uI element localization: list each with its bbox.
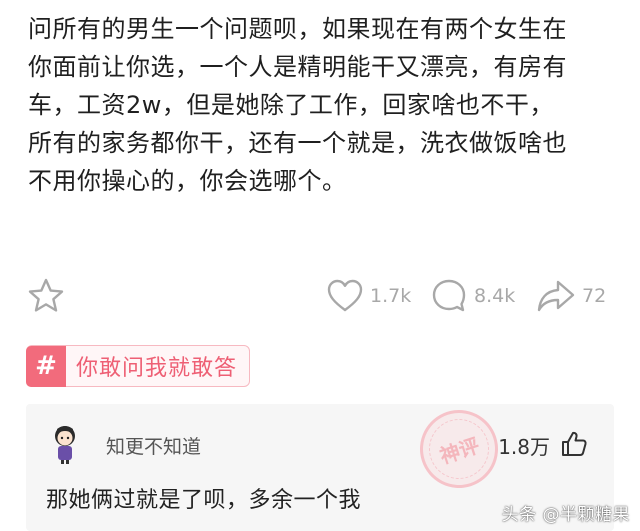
star-outline-icon — [28, 278, 64, 312]
comment-button[interactable]: 8.4k — [430, 274, 515, 318]
avatar[interactable] — [50, 424, 80, 464]
topic-tag[interactable]: # 你敢问我就敢答 — [26, 345, 251, 387]
share-button[interactable]: 72 — [536, 274, 606, 318]
source-watermark: 头条 @半颗糖果 — [501, 505, 630, 525]
question-post-text: 问所有的男生一个问题呗，如果现在有两个女生在 你面前让你选，一个人是精明能干又漂… — [28, 10, 628, 200]
speech-bubble-icon — [432, 279, 466, 312]
comment-text: 那她俩过就是了呗，多余一个我 — [46, 488, 362, 513]
hot-comment-stamp: 神评 — [409, 404, 509, 499]
share-count: 72 — [582, 285, 607, 307]
comment-like-count: 1.8万 — [498, 435, 550, 459]
post-line: 不用你操心的，你会选哪个。 — [28, 167, 347, 195]
heart-outline-icon — [327, 279, 363, 312]
post-line: 你面前让你选，一个人是精明能干又漂亮，有房有 — [28, 53, 567, 81]
comment-username[interactable]: 知更不知道 — [106, 432, 201, 459]
action-bar: 1.7k 8.4k 72 — [0, 274, 640, 318]
comment-count: 8.4k — [474, 285, 516, 307]
post-line: 车，工资2w，但是她除了工作，回家啥也不干， — [28, 91, 554, 119]
post-line: 问所有的男生一个问题呗，如果现在有两个女生在 — [28, 15, 567, 43]
topic-label: 你敢问我就敢答 — [76, 356, 238, 381]
like-count: 1.7k — [370, 285, 412, 307]
thumbs-up-icon[interactable] — [560, 430, 588, 458]
like-button[interactable]: 1.7k — [326, 274, 411, 318]
hashtag-icon: # — [26, 345, 66, 387]
post-line: 所有的家务都你干，还有一个就是，洗衣做饭啥也 — [28, 129, 567, 157]
favorite-button[interactable] — [26, 274, 66, 318]
share-arrow-icon — [537, 280, 575, 312]
